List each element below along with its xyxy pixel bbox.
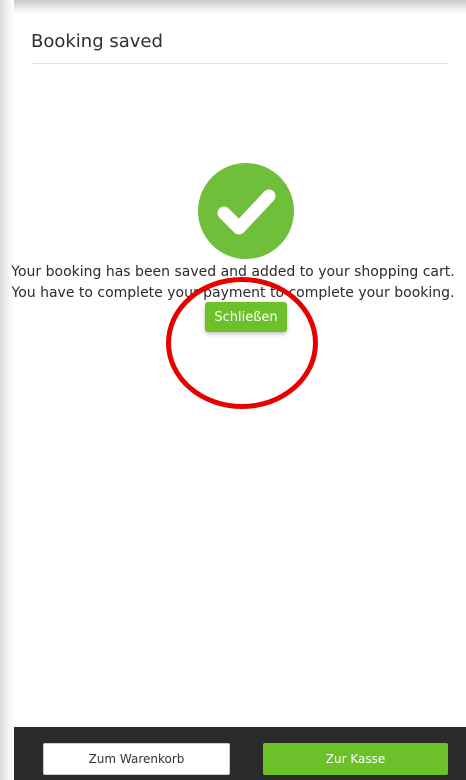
message-line-2: You have to complete your payment to com… xyxy=(11,285,455,301)
checkmark-icon xyxy=(217,189,276,235)
top-shadow xyxy=(0,0,466,14)
dialog-title: Booking saved xyxy=(31,31,163,52)
check-circle-icon xyxy=(198,163,294,259)
close-button[interactable]: Schließen xyxy=(205,302,287,332)
title-divider xyxy=(31,63,448,64)
cart-button[interactable]: Zum Warenkorb xyxy=(43,743,230,775)
footer-bar: Zum Warenkorb Zur Kasse xyxy=(14,727,466,780)
message-line-1: Your booking has been saved and added to… xyxy=(11,264,455,280)
left-shadow xyxy=(0,0,14,780)
screen: Booking saved Your booking has been save… xyxy=(0,0,466,780)
booking-dialog: Booking saved xyxy=(14,14,466,780)
confirmation-message: Your booking has been saved and added to… xyxy=(0,262,466,304)
checkout-button[interactable]: Zur Kasse xyxy=(263,743,448,775)
